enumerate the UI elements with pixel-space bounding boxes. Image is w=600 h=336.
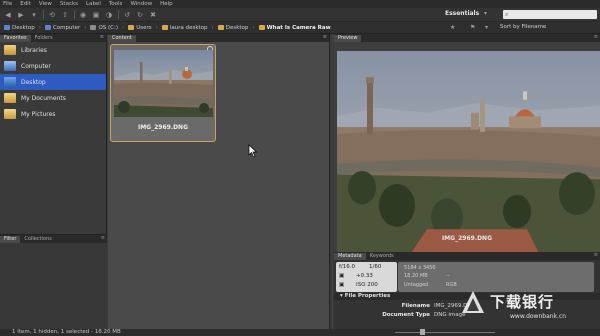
sidebar-item-my-pictures[interactable]: My Pictures [0, 106, 106, 122]
filter-icon[interactable]: ⚑ [470, 24, 475, 31]
thumbnail-size-slider[interactable] [395, 332, 495, 333]
star-icon[interactable]: ★ [450, 24, 455, 31]
menu-item-file[interactable]: File [3, 1, 12, 7]
preview-filename: IMG_2969.DNG [441, 235, 493, 242]
libraries-icon [4, 45, 16, 55]
metadata-tabs: Metadata Keywords ≡ [334, 252, 600, 260]
breadcrumb-item[interactable]: Computer › [44, 24, 87, 31]
tab-collections[interactable]: Collections [20, 236, 55, 243]
tab-preview[interactable]: Preview [334, 35, 362, 42]
documents-icon [4, 93, 16, 103]
panel-menu-icon[interactable]: ≡ [100, 34, 104, 40]
folder-icon [128, 25, 135, 30]
menu-item-tools[interactable]: Tools [109, 1, 123, 7]
menu-item-window[interactable]: Window [130, 1, 152, 7]
chevron-down-icon[interactable]: ▾ [29, 10, 39, 19]
favorites-list: Libraries Computer Desktop My Documents My P… [0, 42, 106, 122]
disclosure-triangle-icon: ▾ [340, 293, 343, 299]
favorites-panel: Favorites Folders ≡ Libraries Computer Des… [0, 34, 107, 329]
metering-icon: ▣ [339, 273, 345, 279]
breadcrumb-item[interactable]: Desktop › [217, 24, 255, 31]
chevron-right-icon: › [155, 24, 158, 31]
panel-menu-icon[interactable]: ≡ [323, 34, 327, 40]
menu-item-stacks[interactable]: Stacks [60, 1, 78, 7]
rotate-left-icon[interactable]: ↺ [122, 10, 132, 19]
computer-icon [4, 25, 10, 30]
menu-bar: File Edit View Stacks Label Tools Window Help [0, 0, 600, 8]
breadcrumb-item[interactable]: OS (C:) › [90, 25, 124, 31]
filter-panel: Filter Collections ≡ [0, 234, 107, 329]
chevron-down-icon[interactable]: ▾ [485, 24, 488, 31]
mouse-cursor-icon [248, 144, 258, 158]
sort-dropdown[interactable]: Sort by Filename [500, 24, 546, 30]
divider [74, 10, 75, 19]
tab-folders[interactable]: Folders [31, 35, 57, 42]
chevron-right-icon: › [211, 24, 214, 31]
menu-item-view[interactable]: View [39, 1, 52, 7]
menu-item-help[interactable]: Help [160, 1, 173, 7]
search-input[interactable]: ⌕ [503, 10, 597, 19]
open-camera-raw-icon[interactable]: ◑ [104, 10, 114, 19]
thumbnail-filename: IMG_2969.DNG [137, 124, 189, 131]
panel-tabs: Content ≡ [108, 34, 329, 42]
tab-keywords[interactable]: Keywords [366, 253, 398, 260]
breadcrumb-item[interactable]: What Is Camera Raw [258, 25, 331, 31]
divider [118, 10, 119, 19]
status-bar: 1 item, 1 hidden, 1 selected - 18.20 MB [0, 329, 600, 336]
chevron-right-icon: › [252, 24, 255, 31]
sidebar-item-computer[interactable]: Computer [0, 58, 106, 74]
sidebar-item-my-documents[interactable]: My Documents [0, 90, 106, 106]
back-icon[interactable]: ◀ [3, 10, 13, 19]
tab-content[interactable]: Content [108, 35, 136, 42]
logo-icon [462, 291, 484, 313]
content-panel: Content ≡ IMG_2969.DNG [108, 34, 330, 329]
folder-icon [217, 25, 224, 30]
drive-icon [90, 25, 97, 30]
status-text: 1 item, 1 hidden, 1 selected - 18.20 MB [12, 329, 121, 335]
tab-favorites[interactable]: Favorites [0, 35, 31, 42]
slider-handle[interactable] [420, 329, 425, 335]
menu-item-label[interactable]: Label [86, 1, 101, 7]
menu-item-edit[interactable]: Edit [20, 1, 31, 7]
up-folder-icon[interactable]: ⇧ [60, 10, 70, 19]
chevron-down-icon[interactable]: ▾ [484, 10, 487, 17]
refine-icon[interactable]: ▣ [91, 10, 101, 19]
breadcrumb-item[interactable]: Users › [128, 25, 158, 31]
camera-icon[interactable]: ◉ [78, 10, 88, 19]
thumbnail-card[interactable]: IMG_2969.DNG [110, 44, 216, 142]
workspace-switcher[interactable]: Essentials [445, 10, 479, 17]
panel-tabs: Filter Collections ≡ [0, 235, 107, 243]
breadcrumb-item[interactable]: laura desktop › [161, 24, 214, 31]
panel-tabs: Preview ≡ [334, 34, 600, 42]
folder-icon [258, 25, 265, 30]
desktop-icon [4, 77, 16, 87]
preview-image[interactable] [337, 51, 600, 259]
panel-tabs: Favorites Folders ≡ [0, 34, 106, 42]
forward-icon[interactable]: ▶ [16, 10, 26, 19]
pictures-icon [4, 109, 16, 119]
thumbnail-image [114, 50, 213, 117]
watermark: 下载银行 www.downbank.cn [450, 285, 600, 330]
panel-menu-icon[interactable]: ≡ [594, 34, 598, 40]
chevron-right-icon: › [38, 24, 41, 31]
chevron-right-icon: › [84, 24, 87, 31]
recent-icon[interactable]: ⟲ [47, 10, 57, 19]
folder-icon [161, 25, 168, 30]
computer-icon [44, 25, 51, 30]
camera-data-placard: f/16.0 1/60 ▣ +0.33 ▣ ISO 200 [336, 262, 397, 292]
tab-filter[interactable]: Filter [0, 236, 21, 243]
search-icon: ⌕ [505, 10, 509, 18]
computer-icon [4, 61, 16, 71]
delete-icon[interactable]: ✖ [148, 10, 158, 19]
panel-menu-icon[interactable]: ≡ [594, 252, 598, 258]
white-balance-icon: ▣ [339, 282, 345, 288]
sidebar-item-libraries[interactable]: Libraries [0, 42, 106, 58]
chevron-right-icon: › [122, 24, 125, 31]
tab-metadata[interactable]: Metadata [334, 253, 366, 260]
breadcrumb-item[interactable]: Desktop › [4, 25, 41, 31]
panel-menu-icon[interactable]: ≡ [101, 235, 105, 241]
divider [43, 10, 44, 19]
rotate-right-icon[interactable]: ↻ [135, 10, 145, 19]
sidebar-item-desktop[interactable]: Desktop [0, 74, 106, 90]
